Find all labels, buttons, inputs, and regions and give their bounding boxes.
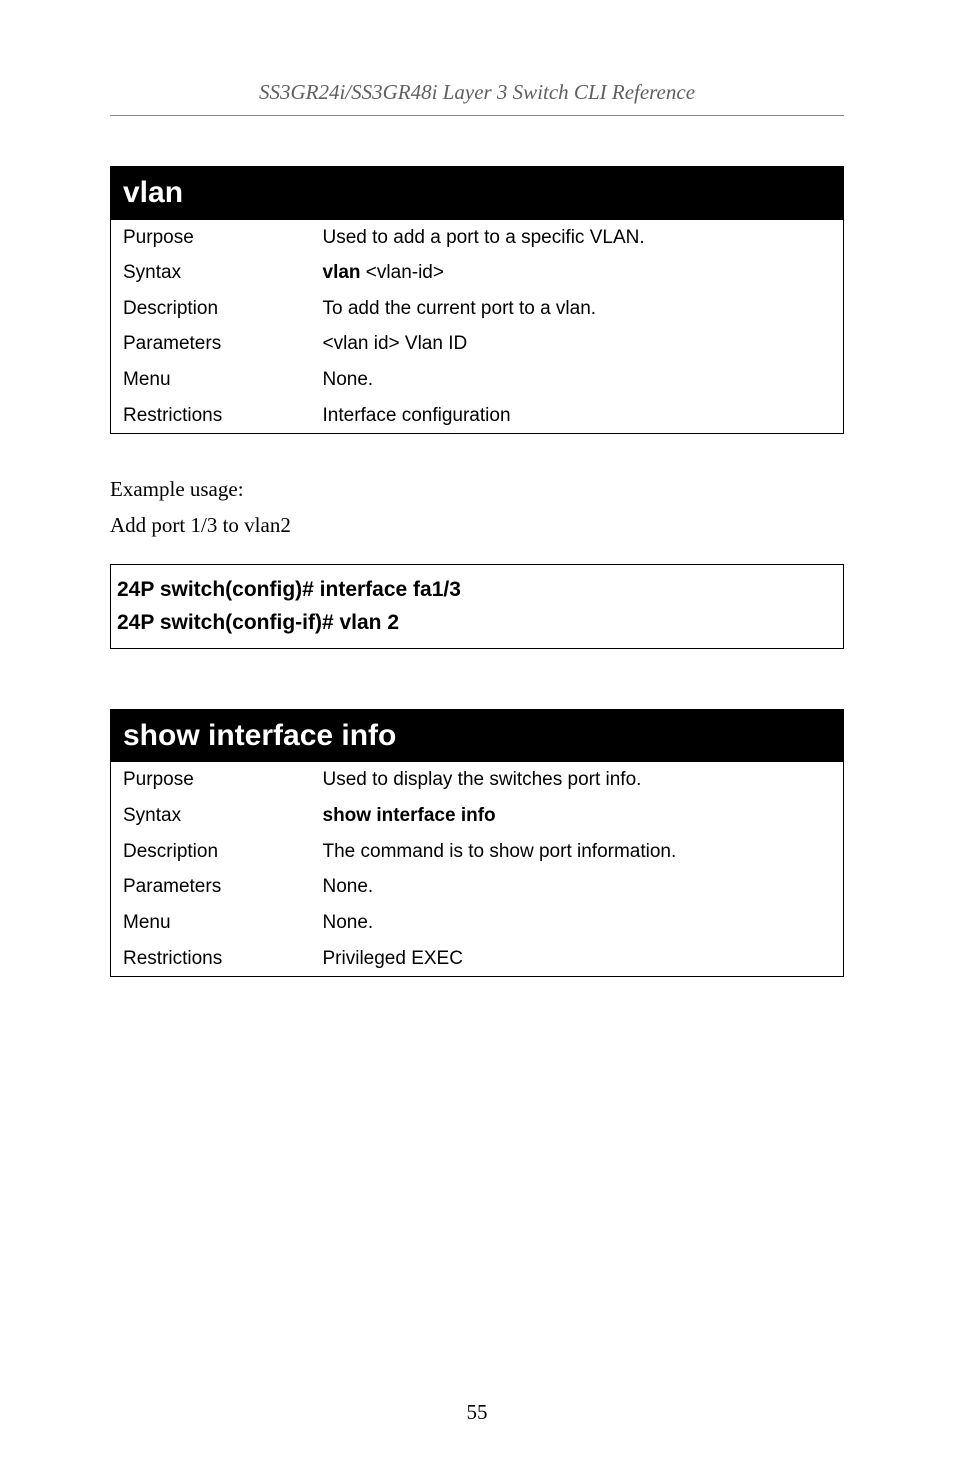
table-row: Description The command is to show port … <box>111 834 844 870</box>
table-row: Restrictions Privileged EXEC <box>111 941 844 977</box>
row-value-menu: None. <box>311 362 844 398</box>
syntax-keyword: vlan <box>323 262 361 283</box>
table-title: vlan <box>111 167 844 220</box>
row-value-description: The command is to show port information. <box>311 834 844 870</box>
cli-line2: 24P switch(config-if)# vlan 2 <box>117 606 837 640</box>
row-value-restrictions: Interface configuration <box>311 398 844 434</box>
row-label-purpose: Purpose <box>111 762 311 798</box>
row-value-syntax: show interface info <box>311 798 844 834</box>
row-label-syntax: Syntax <box>111 798 311 834</box>
table-title-row: vlan <box>111 167 844 220</box>
table-row: Syntax show interface info <box>111 798 844 834</box>
row-label-purpose: Purpose <box>111 220 311 256</box>
table-title: show interface info <box>111 709 844 762</box>
row-label-menu: Menu <box>111 362 311 398</box>
table-row: Parameters <vlan id> Vlan ID <box>111 326 844 362</box>
header-rule <box>110 115 844 116</box>
header-title: SS3GR24i/SS3GR48i Layer 3 Switch CLI Ref… <box>259 80 695 104</box>
example-usage-text: Example usage: Add port 1/3 to vlan2 <box>110 472 844 543</box>
row-value-purpose: Used to display the switches port info. <box>311 762 844 798</box>
table-row: Menu None. <box>111 362 844 398</box>
page-number: 55 <box>0 1400 954 1425</box>
row-label-restrictions: Restrictions <box>111 941 311 977</box>
example-line2: Add port 1/3 to vlan2 <box>110 508 844 544</box>
table-row: Description To add the current port to a… <box>111 291 844 327</box>
table-row: Parameters None. <box>111 869 844 905</box>
vlan-command-table: vlan Purpose Used to add a port to a spe… <box>110 166 844 434</box>
table-row: Menu None. <box>111 905 844 941</box>
row-value-description: To add the current port to a vlan. <box>311 291 844 327</box>
cli-example-box: 24P switch(config)# interface fa1/3 24P … <box>110 564 844 649</box>
show-interface-info-table: show interface info Purpose Used to disp… <box>110 709 844 977</box>
row-label-restrictions: Restrictions <box>111 398 311 434</box>
example-line1: Example usage: <box>110 472 844 508</box>
row-value-syntax: vlan <vlan-id> <box>311 255 844 291</box>
row-label-parameters: Parameters <box>111 869 311 905</box>
row-value-purpose: Used to add a port to a specific VLAN. <box>311 220 844 256</box>
row-label-syntax: Syntax <box>111 255 311 291</box>
table-row: Purpose Used to add a port to a specific… <box>111 220 844 256</box>
syntax-keyword: show interface info <box>323 805 496 826</box>
row-label-menu: Menu <box>111 905 311 941</box>
table-title-row: show interface info <box>111 709 844 762</box>
row-value-menu: None. <box>311 905 844 941</box>
cli-line1: 24P switch(config)# interface fa1/3 <box>117 573 837 607</box>
syntax-arg: <vlan-id> <box>361 262 444 283</box>
page-header: SS3GR24i/SS3GR48i Layer 3 Switch CLI Ref… <box>110 80 844 105</box>
row-value-parameters: <vlan id> Vlan ID <box>311 326 844 362</box>
row-value-parameters: None. <box>311 869 844 905</box>
table-row: Syntax vlan <vlan-id> <box>111 255 844 291</box>
table-row: Purpose Used to display the switches por… <box>111 762 844 798</box>
table-row: Restrictions Interface configuration <box>111 398 844 434</box>
row-value-restrictions: Privileged EXEC <box>311 941 844 977</box>
row-label-description: Description <box>111 834 311 870</box>
row-label-description: Description <box>111 291 311 327</box>
row-label-parameters: Parameters <box>111 326 311 362</box>
